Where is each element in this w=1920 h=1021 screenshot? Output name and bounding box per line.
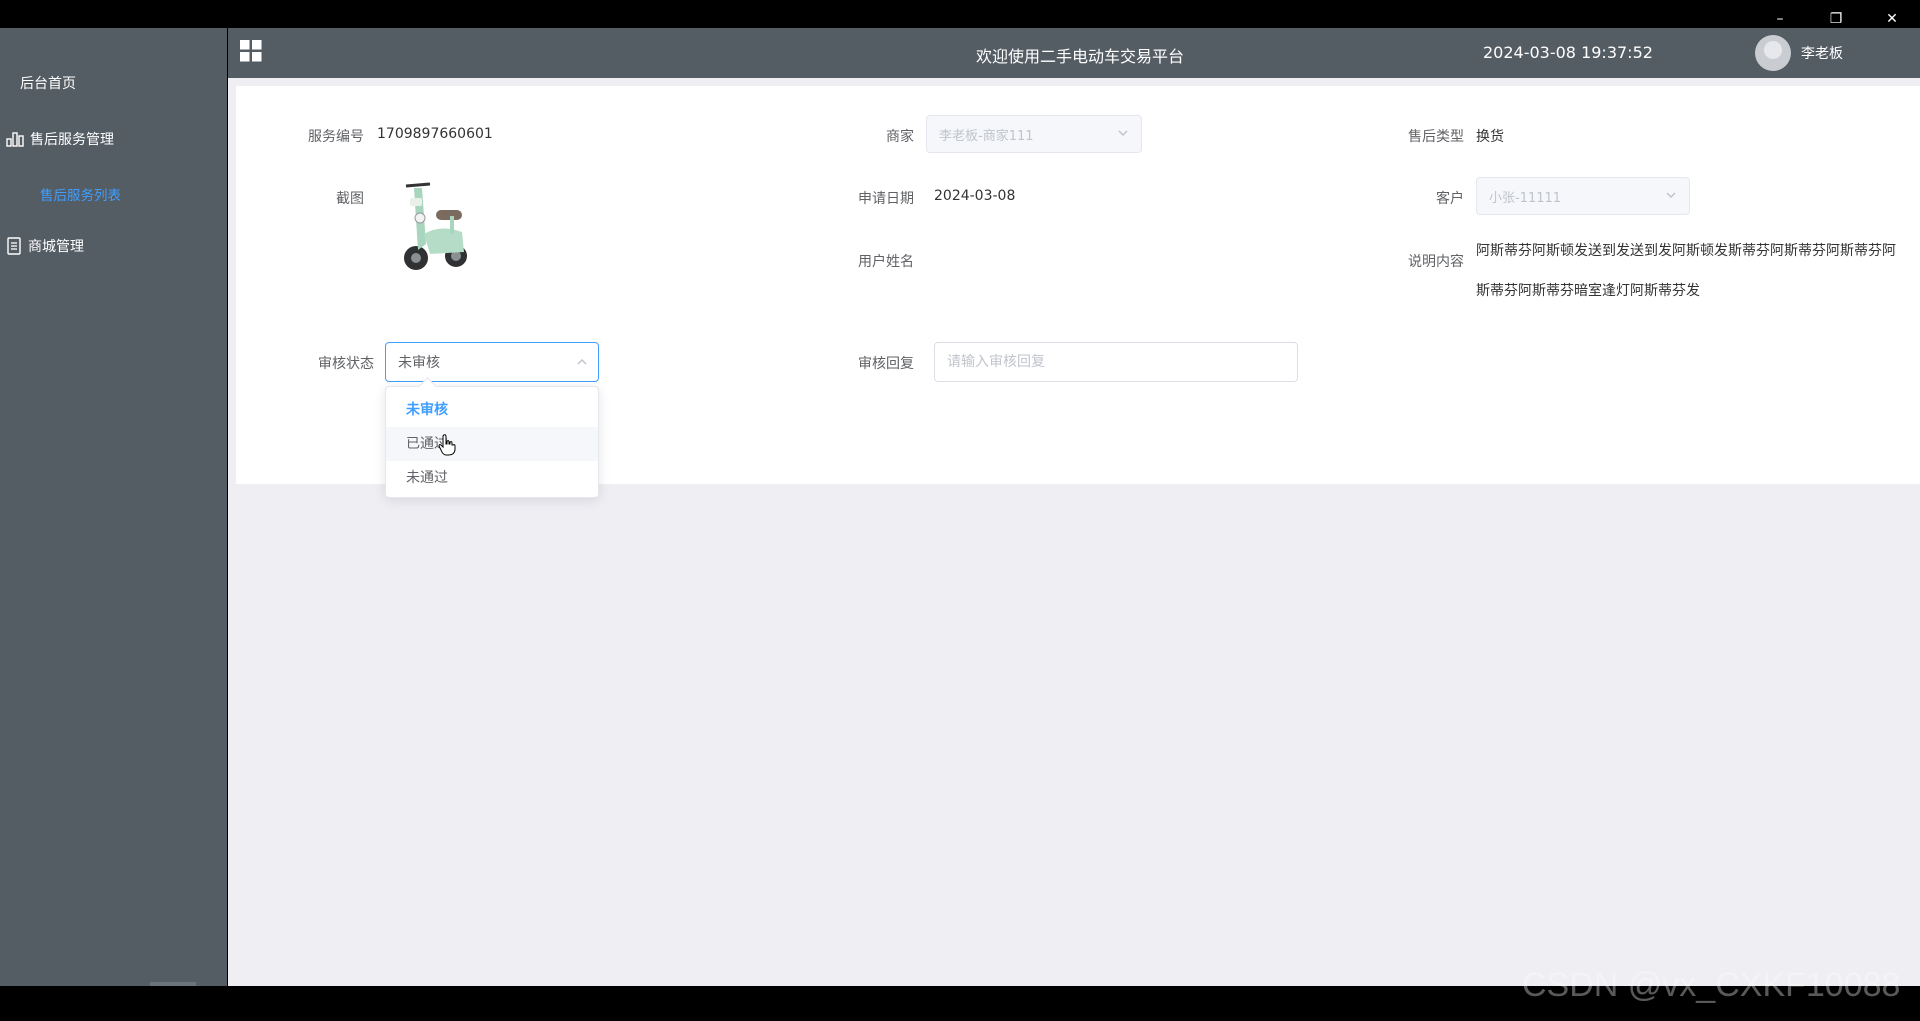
- merchant-select: 李老板-商家111: [926, 115, 1142, 153]
- service-no-label: 服务编号: [308, 129, 364, 145]
- sidebar-item-home[interactable]: 后台首页: [0, 55, 227, 111]
- sidebar-item-after-sales[interactable]: 售后服务管理: [0, 111, 227, 167]
- grid-menu-icon[interactable]: [240, 40, 262, 62]
- service-no-value: 1709897660601: [377, 126, 493, 142]
- sidebar-scrollbar[interactable]: [150, 982, 196, 986]
- bar-chart-icon: [6, 132, 24, 147]
- status-option-approved[interactable]: 已通过: [386, 427, 598, 461]
- desc-value: 阿斯蒂芬阿斯顿发送到发送到发阿斯顿发斯蒂芬阿斯蒂芬阿斯蒂芬阿斯蒂芬阿斯蒂芬暗室逢…: [1476, 243, 1896, 299]
- sidebar-item-mall[interactable]: 商城管理: [0, 218, 227, 274]
- header-datetime: 2024-03-08 19:37:52: [1483, 43, 1653, 62]
- merchant-select-value: 李老板-商家111: [939, 128, 1034, 144]
- status-dropdown: 未审核 已通过 未通过: [385, 377, 599, 498]
- avatar: [1755, 35, 1791, 71]
- status-option-rejected[interactable]: 未通过: [386, 461, 598, 495]
- reply-label: 审核回复: [858, 356, 914, 372]
- sidebar-item-label: 后台首页: [20, 76, 76, 92]
- customer-label: 客户: [1436, 191, 1464, 207]
- sidebar-item-after-sales-list[interactable]: 售后服务列表: [0, 166, 227, 222]
- top-header: 欢迎使用二手电动车交易平台 2024-03-08 19:37:52 李老板: [228, 28, 1920, 78]
- document-icon: [7, 237, 21, 255]
- chevron-up-icon: [577, 358, 587, 365]
- status-select-value: 未审核: [398, 355, 440, 371]
- status-select[interactable]: 未审核: [385, 342, 599, 382]
- type-value: 换货: [1476, 129, 1504, 145]
- merchant-label: 商家: [886, 129, 914, 145]
- chevron-down-icon: [1118, 130, 1128, 137]
- watermark: CSDN @vx_CXKF10088: [1522, 966, 1901, 1004]
- page-title: 欢迎使用二手电动车交易平台: [976, 47, 1185, 66]
- reply-input[interactable]: [934, 342, 1298, 382]
- chevron-down-icon: [1666, 192, 1676, 199]
- apply-date-value: 2024-03-08: [934, 188, 1016, 204]
- detail-form: 服务编号 1709897660601 商家 李老板-商家111 售后类型 换货 …: [236, 86, 1920, 498]
- sidebar-item-label: 售后服务列表: [40, 188, 121, 204]
- username-label: 用户姓名: [858, 254, 914, 270]
- ebike-thumbnail: [404, 182, 467, 270]
- sidebar: 后台首页 售后服务管理 售后服务列表 商城管理: [0, 28, 227, 986]
- sidebar-item-label: 商城管理: [28, 239, 84, 255]
- username: 李老板: [1801, 46, 1843, 62]
- user-menu[interactable]: 李老板: [1755, 28, 1843, 78]
- customer-select: 小张-11111: [1476, 177, 1690, 215]
- type-label: 售后类型: [1408, 129, 1464, 145]
- customer-select-value: 小张-11111: [1489, 190, 1562, 206]
- status-label: 审核状态: [318, 356, 374, 372]
- desc-label: 说明内容: [1408, 254, 1464, 270]
- main-content: 服务编号 1709897660601 商家 李老板-商家111 售后类型 换货 …: [228, 78, 1920, 986]
- screenshot-label: 截图: [336, 191, 364, 207]
- sidebar-item-label: 售后服务管理: [30, 132, 114, 148]
- status-option-pending[interactable]: 未审核: [386, 393, 598, 427]
- hand-cursor-icon: [438, 434, 456, 456]
- apply-date-label: 申请日期: [858, 191, 914, 207]
